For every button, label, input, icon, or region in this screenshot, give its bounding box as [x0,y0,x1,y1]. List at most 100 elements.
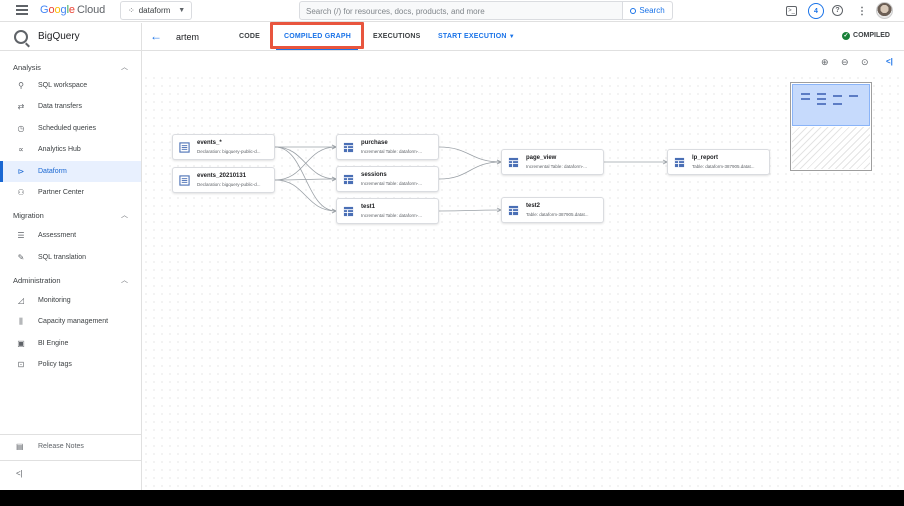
collapse-sidebar-icon[interactable]: <| [16,469,23,478]
graph-node-events-20210131[interactable]: events_20210131 Declaration: bigquery-pu… [172,167,275,193]
sidebar-item-sql-translation[interactable]: ✎ SQL translation [0,247,141,268]
minimap-node [817,103,826,105]
project-name: dataform [138,6,171,15]
sidebar-item-policy-tags[interactable]: ⊡ Policy tags [0,354,141,375]
minimap-node [801,93,810,95]
search-icon: ⚲ [18,81,24,90]
bi-engine-icon: ▣ [17,339,25,348]
notes-icon: ▤ [16,442,24,451]
sidebar-item-bi-engine[interactable]: ▣ BI Engine [0,333,141,354]
sidebar-item-sql-workspace[interactable]: ⚲ SQL workspace [0,75,141,96]
minimap-node [849,95,858,97]
cloud-shell-icon[interactable]: >_ [786,6,797,16]
bigquery-icon [14,30,28,44]
table-icon [343,174,354,185]
graph-node-page-view[interactable]: page_view Incremental Table: dataform-..… [501,149,604,175]
top-bar: GoogleCloud ⁘ dataform ▼ Search >_ 4 ? ⋮ [0,0,904,22]
table-icon [343,206,354,217]
partner-icon: ⚇ [17,188,25,197]
hub-icon: ∝ [18,145,24,154]
screen-bottom-edge [0,490,904,506]
section-administration[interactable]: Administration ︿ [0,271,141,289]
search-button[interactable]: Search [622,2,672,19]
project-picker[interactable]: ⁘ dataform ▼ [120,1,192,20]
panel-toggle-icon[interactable]: <| [886,57,893,66]
help-icon[interactable]: ? [832,5,843,16]
sidebar-item-monitoring[interactable]: ◿ Monitoring [0,290,141,311]
graph-edge [274,179,337,212]
sidebar-item-capacity-management[interactable]: ⫼ Capacity management [0,311,141,332]
declaration-icon [179,142,190,153]
minimap-node [833,95,842,97]
sidebar-item-scheduled-queries[interactable]: ◷ Scheduled queries [0,118,141,139]
zoom-fit-icon[interactable]: ⊙ [861,57,869,68]
minimap-node [817,98,826,100]
minimap-node [817,93,826,95]
repo-name: artem [176,32,200,42]
graph-node-lp-report[interactable]: lp_report Table: dataform-387905.datat..… [667,149,770,175]
chevron-up-icon: ︿ [121,64,128,71]
sidebar-item-dataform[interactable]: ⊳ Dataform [0,161,141,182]
section-migration[interactable]: Migration ︿ [0,206,141,224]
table-icon [508,205,519,216]
sidebar-header: BigQuery [0,23,141,51]
compiled-status: ✓ COMPILED [842,32,890,40]
main-content: ← artem CODE COMPILED GRAPH EXECUTIONS S… [142,22,904,490]
sidebar: BigQuery Analysis ︿ ⚲ SQL workspace ⇄ Da… [0,23,142,490]
more-vert-icon[interactable]: ⋮ [855,4,869,18]
sidebar-item-assessment[interactable]: ☰ Assessment [0,225,141,246]
declaration-icon [179,175,190,186]
graph-toolbar: ⊕ ⊖ ⊙ <| [142,52,904,74]
table-icon [343,142,354,153]
lock-icon: ⊡ [17,360,25,369]
graph-node-purchase[interactable]: purchase Incremental Table: dataform-... [336,134,439,160]
chevron-down-icon: ▼ [508,34,515,40]
graph-node-test1[interactable]: test1 Incremental Table: dataform-... [336,198,439,224]
clock-icon: ◷ [17,124,25,133]
graph-edge [438,161,502,180]
sidebar-item-analytics-hub[interactable]: ∝ Analytics Hub [0,139,141,160]
graph-node-test2[interactable]: test2 Table: dataform-387905.datat... [501,197,604,223]
graph-canvas[interactable]: events_* Declaration: bigquery-public-d.… [142,74,904,490]
product-title: BigQuery [38,31,80,42]
chevron-up-icon: ︿ [121,212,128,219]
back-arrow-icon[interactable]: ← [150,29,162,43]
search-icon [630,7,637,14]
minimap-viewport[interactable] [792,84,870,126]
minimap-empty-area [792,127,870,169]
release-notes-link[interactable]: ▤ Release Notes [0,436,141,458]
repo-tab-bar: ← artem CODE COMPILED GRAPH EXECUTIONS S… [142,22,904,51]
graph-edge [438,209,502,212]
wrench-icon: ✎ [17,253,25,262]
dataform-icon: ⊳ [17,167,25,176]
minimap-node [801,98,810,100]
menu-icon[interactable] [16,5,28,15]
search-input[interactable] [306,5,616,17]
chevron-down-icon: ▼ [178,7,186,14]
check-circle-icon: ✓ [842,32,851,40]
tab-code[interactable]: CODE [239,33,260,40]
search-box: Search [299,1,673,20]
avatar[interactable] [876,2,893,19]
graph-node-sessions[interactable]: sessions Incremental Table: dataform-... [336,166,439,192]
highlight-box [270,22,364,49]
list-icon: ☰ [17,231,25,240]
minimap-node [833,103,842,105]
graph-edge [274,146,337,181]
transfer-icon: ⇄ [17,102,25,111]
graph-edge [438,146,502,163]
monitoring-icon: ◿ [17,296,25,305]
sliders-icon: ⫼ [19,317,23,326]
zoom-in-icon[interactable]: ⊕ [821,57,829,68]
notifications-badge[interactable]: 4 [808,3,824,19]
start-execution-button[interactable]: START EXECUTION ▼ [438,33,515,40]
google-cloud-logo[interactable]: Google Cloud [40,4,105,17]
tab-executions[interactable]: EXECUTIONS [373,33,421,40]
section-analysis[interactable]: Analysis ︿ [0,58,141,76]
sidebar-item-partner-center[interactable]: ⚇ Partner Center [0,182,141,203]
graph-node-events-star[interactable]: events_* Declaration: bigquery-public-d.… [172,134,275,160]
minimap[interactable] [790,82,872,171]
project-icon: ⁘ [128,6,135,15]
sidebar-item-data-transfers[interactable]: ⇄ Data transfers [0,96,141,117]
zoom-out-icon[interactable]: ⊖ [841,57,849,68]
